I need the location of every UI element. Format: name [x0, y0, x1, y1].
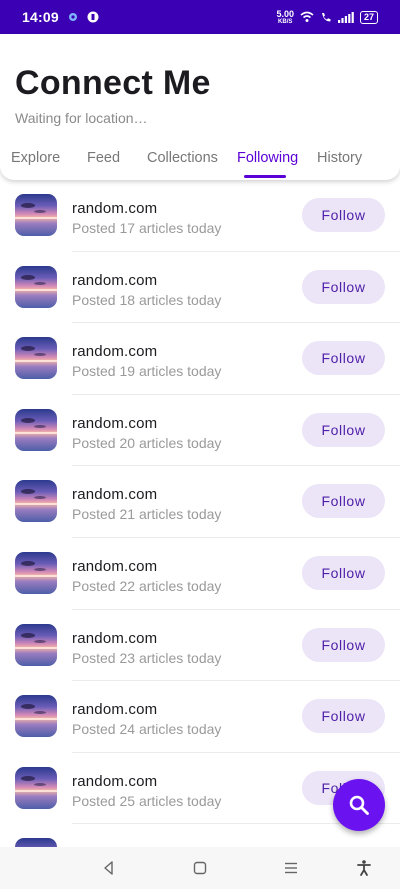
search-fab[interactable] — [333, 779, 385, 831]
system-nav-bar — [0, 847, 400, 889]
tab-bar: Explore Feed Collections Following Histo… — [0, 142, 400, 180]
follow-button[interactable]: Follow — [302, 699, 385, 734]
tab-feed[interactable]: Feed — [87, 150, 120, 166]
status-time: 14:09 — [22, 9, 59, 25]
tab-history[interactable]: History — [317, 150, 362, 166]
article-count: Posted 17 articles today — [72, 220, 222, 236]
article-count: Posted 24 articles today — [72, 721, 222, 738]
page-title: Connect Me — [15, 64, 211, 102]
article-count: Posted 22 articles today — [72, 578, 222, 594]
settings-icon — [68, 13, 77, 21]
tab-following[interactable]: Following — [237, 150, 298, 166]
site-name: random.com — [72, 343, 158, 361]
follow-button[interactable]: Follow — [302, 412, 385, 447]
list-item: random.com Posted 19 articles today Foll… — [0, 323, 400, 395]
list-item: random.com Posted 17 articles today Foll… — [0, 180, 400, 252]
signal-icon — [337, 11, 354, 23]
battery-indicator: 27 — [359, 10, 378, 24]
follow-button[interactable]: Follow — [302, 484, 385, 519]
site-thumbnail — [15, 337, 57, 380]
list-item: random.com Posted 22 articles today Foll… — [0, 538, 400, 610]
site-name: random.com — [72, 772, 158, 790]
wifi-icon — [300, 11, 314, 22]
site-thumbnail — [15, 766, 57, 809]
app-header: Connect Me Waiting for location… Explore… — [0, 34, 400, 180]
network-speed-value: 5.00 — [276, 8, 294, 19]
site-name: random.com — [72, 701, 158, 719]
follow-button[interactable]: Follow — [302, 627, 385, 662]
search-icon — [349, 795, 369, 815]
tab-collections[interactable]: Collections — [147, 150, 218, 166]
site-name: random.com — [72, 558, 158, 575]
follow-button[interactable]: Follow — [302, 269, 385, 304]
site-thumbnail — [15, 408, 57, 451]
list-item: random.com Posted 18 articles today Foll… — [0, 252, 400, 324]
article-count: Posted 21 articles today — [72, 506, 222, 523]
article-count: Posted 19 articles today — [72, 363, 222, 380]
site-thumbnail — [15, 623, 57, 666]
network-speed: 5.00 KB/S — [276, 8, 294, 25]
site-thumbnail — [15, 695, 57, 738]
site-name: random.com — [72, 271, 158, 289]
list-item: random.com Posted 24 articles today Foll… — [0, 681, 400, 753]
call-icon — [321, 13, 331, 22]
app-notification-icon — [87, 11, 99, 23]
accessibility-icon[interactable] — [355, 859, 373, 877]
site-thumbnail — [15, 194, 57, 236]
site-name: random.com — [72, 486, 158, 504]
follow-button[interactable]: Follow — [302, 556, 385, 590]
article-count: Posted 18 articles today — [72, 291, 222, 308]
site-name: random.com — [72, 629, 158, 647]
list-item: random.com Posted 21 articles today Foll… — [0, 466, 400, 538]
article-count: Posted 25 articles today — [72, 792, 222, 809]
back-icon[interactable] — [100, 859, 118, 877]
site-name: random.com — [72, 200, 158, 217]
article-count: Posted 20 articles today — [72, 434, 222, 451]
list-item: random.com Posted 20 articles today Foll… — [0, 395, 400, 467]
site-thumbnail — [15, 552, 57, 594]
network-speed-unit: KB/S — [278, 18, 293, 25]
location-status: Waiting for location… — [15, 110, 148, 126]
follow-button[interactable]: Follow — [302, 198, 385, 232]
tab-explore[interactable]: Explore — [11, 150, 60, 166]
site-thumbnail — [15, 265, 57, 308]
status-bar: 14:09 5.00 KB/S 27 — [0, 0, 400, 34]
home-icon[interactable] — [191, 859, 209, 877]
site-name: random.com — [72, 414, 158, 432]
recents-icon[interactable] — [282, 859, 300, 877]
active-tab-indicator — [244, 175, 286, 178]
list-item: random.com Posted 23 articles today Foll… — [0, 610, 400, 682]
site-thumbnail — [15, 480, 57, 523]
follow-button[interactable]: Follow — [302, 341, 385, 376]
article-count: Posted 23 articles today — [72, 649, 222, 666]
